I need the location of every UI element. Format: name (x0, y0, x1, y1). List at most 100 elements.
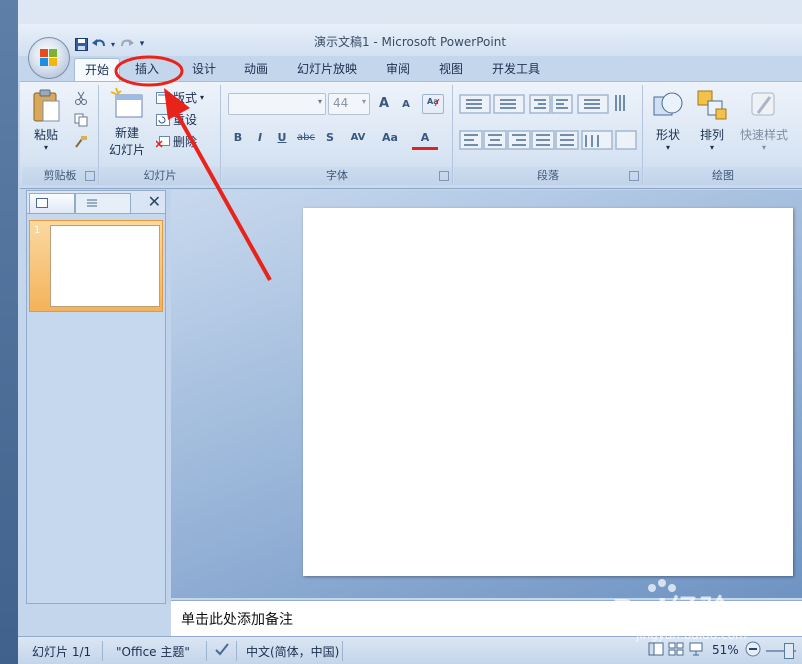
layout-button[interactable]: 版式 ▾ (156, 89, 204, 106)
new-slide-button[interactable]: 新建 幻灯片 (104, 87, 150, 158)
underline-button[interactable]: U (272, 129, 292, 147)
change-case-button[interactable]: Aa (376, 129, 404, 147)
tab-design[interactable]: 设计 (184, 58, 224, 80)
paragraph-group-label: 段落 (454, 167, 642, 185)
paste-button[interactable]: 粘贴 ▾ (28, 89, 64, 152)
italic-button[interactable]: I (250, 129, 270, 147)
baidu-watermark: Bai经验 jingyan.baidu.com (592, 578, 802, 650)
reset-label: 重设 (173, 113, 198, 127)
font-name-box[interactable]: ▾ (228, 93, 326, 115)
strikethrough-button[interactable]: abc (294, 129, 318, 147)
new-slide-label-2: 幻灯片 (108, 143, 145, 157)
tab-home[interactable]: 开始 (74, 58, 120, 81)
paste-label: 粘贴 (33, 128, 58, 142)
language-indicator[interactable]: 中文(简体，中国) (246, 643, 339, 660)
scissors-icon (75, 91, 87, 105)
desktop-background (0, 0, 18, 664)
copy-icon (74, 113, 88, 127)
bold-button[interactable]: B (228, 129, 248, 147)
reset-button[interactable]: 重设 (156, 111, 197, 128)
slide-thumbnail-icon (36, 198, 48, 208)
tab-review[interactable]: 审阅 (378, 58, 418, 80)
layout-label: 版式 (173, 91, 198, 105)
window-title: 演示文稿1 - Microsoft PowerPoint (313, 35, 507, 49)
drawing-group-label: 绘图 (644, 167, 802, 185)
status-separator (206, 641, 207, 661)
clipboard-launcher-icon[interactable] (85, 171, 95, 181)
title-bar: ▾ ▾ 演示文稿1 - Microsoft PowerPoint (18, 24, 802, 56)
theme-name: "Office 主题" (116, 645, 190, 659)
shapes-label: 形状 (655, 128, 680, 142)
paragraph-launcher-icon[interactable] (629, 171, 639, 181)
slides-group: 新建 幻灯片 版式 ▾ 重设 删除 幻灯片 (100, 85, 221, 185)
slide-editing-area (171, 190, 802, 598)
outline-icon (87, 199, 97, 207)
ribbon: 粘贴 ▾ 剪贴板 新建 幻灯片 版式 ▾ 重设 删除 幻灯片 ▾ 44 ▾ A … (20, 81, 802, 189)
clipboard-group: 粘贴 ▾ 剪贴板 (22, 85, 99, 185)
arrange-label: 排列 (699, 128, 724, 142)
font-size-value: 44 (333, 96, 349, 110)
powerpoint-window: ▾ ▾ 演示文稿1 - Microsoft PowerPoint 开始 插入 设… (18, 24, 802, 664)
status-separator (236, 641, 237, 661)
text-shadow-button[interactable]: S (320, 129, 340, 147)
font-group-label: 字体 (222, 167, 452, 185)
slide-thumbnail[interactable]: 1 (29, 220, 163, 312)
grow-font-button[interactable]: A (374, 95, 394, 113)
watermark-url: jingyan.baidu.com (636, 628, 747, 642)
shrink-font-button[interactable]: A (396, 96, 416, 114)
delete-label: 删除 (173, 135, 198, 149)
font-group: ▾ 44 ▾ A A Aa B I U abc S AV Aa A 字体 (222, 85, 453, 185)
panel-tabs: ✕ (27, 191, 165, 214)
notes-placeholder: 单击此处添加备注 (181, 612, 293, 628)
paragraph-tools-icon[interactable] (458, 93, 638, 163)
paste-icon (33, 89, 60, 122)
char-spacing-button[interactable]: AV (344, 129, 372, 147)
slide-number: 1 (34, 225, 41, 236)
spell-check-icon[interactable] (214, 641, 230, 660)
font-color-button[interactable]: A (412, 129, 438, 150)
outline-view-tab[interactable] (75, 193, 131, 213)
watermark-brand: Bai经验 (612, 594, 731, 629)
quick-styles-label: 快速样式 (739, 128, 788, 142)
paragraph-group: 段落 (454, 85, 643, 185)
slides-group-label: 幻灯片 (100, 167, 220, 185)
drawing-group: 形状 ▾ 排列 ▾ 快速样式 ▾ 绘图 (644, 85, 802, 185)
quick-styles-button[interactable]: 快速样式 ▾ (736, 89, 792, 152)
office-button[interactable] (28, 37, 70, 79)
shapes-button[interactable]: 形状 ▾ (648, 89, 688, 152)
paste-dropdown-icon: ▾ (43, 143, 48, 152)
tab-animations[interactable]: 动画 (236, 58, 276, 80)
slides-panel: ✕ 1 (26, 190, 166, 604)
arrange-icon (697, 90, 727, 120)
status-separator (342, 641, 343, 661)
delete-slide-icon (156, 135, 170, 148)
status-separator (102, 641, 103, 661)
delete-slide-button[interactable]: 删除 (156, 133, 197, 150)
slides-view-tab[interactable] (29, 193, 75, 213)
font-launcher-icon[interactable] (439, 171, 449, 181)
slide-thumbnail-preview (50, 225, 160, 307)
format-painter-icon (75, 136, 87, 148)
clear-formatting-icon[interactable]: Aa (422, 94, 444, 114)
quick-styles-icon (751, 92, 775, 116)
arrange-button[interactable]: 排列 ▾ (692, 89, 732, 152)
close-panel-icon[interactable]: ✕ (148, 192, 161, 211)
reset-icon (156, 113, 170, 126)
shapes-icon (653, 92, 683, 116)
tab-view[interactable]: 视图 (432, 58, 470, 80)
new-slide-label-1: 新建 (114, 126, 139, 140)
new-slide-icon (110, 87, 143, 118)
tab-developer[interactable]: 开发工具 (484, 58, 548, 80)
copy-button[interactable] (74, 113, 88, 127)
cut-button[interactable] (74, 91, 88, 105)
tab-slide-show[interactable]: 幻灯片放映 (292, 58, 362, 80)
slide-canvas[interactable] (303, 208, 793, 576)
svg-text:Aa: Aa (427, 97, 439, 106)
format-painter-button[interactable] (74, 135, 88, 149)
slide-count: 幻灯片 1/1 (32, 645, 92, 659)
layout-icon (156, 91, 170, 104)
tab-insert[interactable]: 插入 (124, 58, 170, 80)
office-logo-icon (40, 49, 58, 67)
ribbon-tabs: 开始 插入 设计 动画 幻灯片放映 审阅 视图 开发工具 (18, 56, 802, 82)
font-size-box[interactable]: 44 ▾ (328, 93, 370, 115)
